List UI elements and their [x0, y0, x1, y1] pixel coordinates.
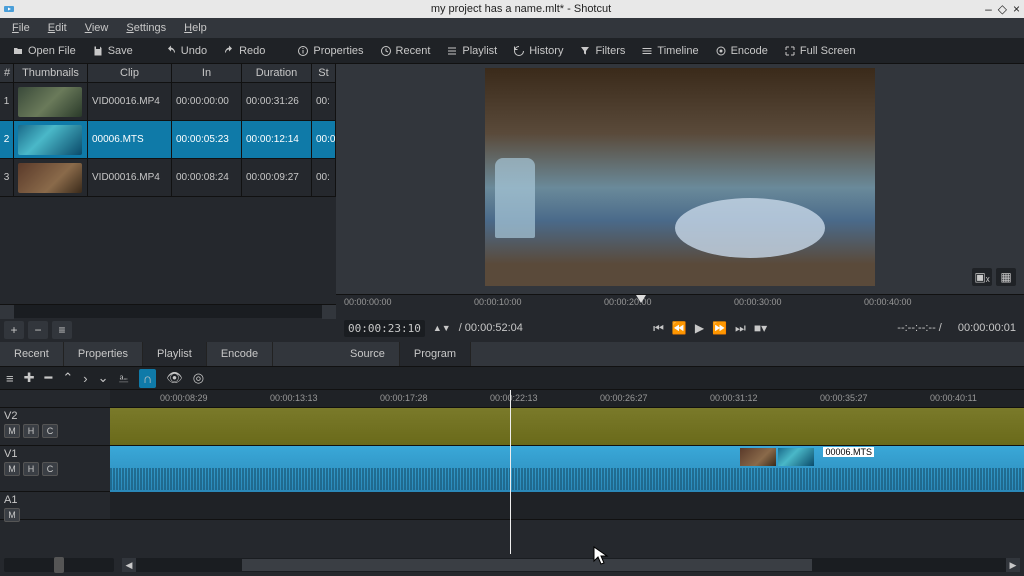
timeline-ruler[interactable]: 00:00:08:29 00:00:13:13 00:00:17:28 00:0… [110, 390, 1024, 408]
window-titlebar: my project has a name.mlt* - Shotcut – ◇… [0, 0, 1024, 18]
compose-chip[interactable]: C [42, 462, 58, 476]
playlist-button[interactable]: Playlist [440, 42, 503, 60]
history-button[interactable]: History [507, 42, 569, 60]
minimize-button[interactable]: – [985, 2, 992, 16]
menubar: File Edit View Settings Help [0, 18, 1024, 38]
tab-encode[interactable]: Encode [207, 342, 273, 366]
skip-prev-button[interactable]: ⏮ [653, 321, 664, 336]
mute-chip[interactable]: M [4, 508, 20, 522]
timeline-insert-button[interactable]: › [83, 371, 87, 386]
out-timecode: 00:00:00:01 [958, 322, 1016, 334]
open-file-button[interactable]: Open File [6, 42, 82, 60]
preview-video[interactable] [485, 68, 875, 286]
mute-chip[interactable]: M [4, 462, 20, 476]
playlist-header: # Thumbnails Clip In Duration St [0, 64, 336, 83]
fullscreen-button[interactable]: Full Screen [778, 42, 862, 60]
menu-view[interactable]: View [77, 20, 117, 36]
timeline-ripple-button[interactable]: ◎ [193, 370, 204, 386]
encode-button[interactable]: Encode [709, 42, 774, 60]
playlist-remove-button[interactable]: − [28, 321, 48, 339]
playlist-panel: # Thumbnails Clip In Duration St 1 VID00… [0, 64, 336, 342]
thumbnail-image [18, 163, 82, 193]
clip-thumb-icon [778, 448, 814, 466]
timeline-clip[interactable]: 00006.MTS [110, 446, 1024, 492]
skip-next-button[interactable]: ⏭ [735, 321, 746, 336]
track-label-v1[interactable]: V1 M H C [0, 446, 110, 492]
waveform-icon [110, 468, 1024, 490]
thumbnail-image [18, 125, 82, 155]
menu-file[interactable]: File [4, 20, 38, 36]
tab-recent[interactable]: Recent [0, 342, 64, 366]
track-v1[interactable]: 00006.MTS [110, 446, 1024, 492]
preview-ruler[interactable]: 00:00:00:00 00:00:10:00 00:00:20:00 00:0… [336, 294, 1024, 314]
scroll-thumb[interactable] [242, 559, 812, 571]
properties-button[interactable]: Properties [291, 42, 369, 60]
window-title: my project has a name.mlt* - Shotcut [18, 3, 1024, 15]
tab-program[interactable]: Program [400, 342, 471, 366]
thumbnail-image [18, 87, 82, 117]
playlist-row[interactable]: 1 VID00016.MP4 00:00:00:00 00:00:31:26 0… [0, 83, 336, 121]
timeline-hscroll[interactable]: ◀ ▶ [122, 558, 1020, 572]
recent-button[interactable]: Recent [374, 42, 437, 60]
mute-chip[interactable]: M [4, 424, 20, 438]
hide-chip[interactable]: H [23, 424, 39, 438]
menu-edit[interactable]: Edit [40, 20, 75, 36]
menu-settings[interactable]: Settings [118, 20, 174, 36]
timeline-toolbar: ≡ ✚ ━ ⌃ › ⌄ ⎁ ∩ 👁 ◎ [0, 366, 1024, 390]
playlist-row[interactable]: 3 VID00016.MP4 00:00:08:24 00:00:09:27 0… [0, 159, 336, 197]
preview-deinterlace-button[interactable]: ▣ₓ [972, 268, 992, 286]
rewind-button[interactable]: ⏪ [672, 321, 687, 336]
tab-properties[interactable]: Properties [64, 342, 143, 366]
timeline-overwrite-button[interactable]: ⌄ [98, 370, 109, 386]
save-button[interactable]: Save [86, 42, 139, 60]
playlist-add-button[interactable]: + [4, 321, 24, 339]
timeline-remove-button[interactable]: ━ [45, 370, 53, 386]
app-icon [0, 0, 18, 18]
timeline-snap-button[interactable]: ∩ [139, 369, 156, 388]
track-v2[interactable] [110, 408, 1024, 446]
menu-help[interactable]: Help [176, 20, 215, 36]
timeline-footer: ◀ ▶ [0, 554, 1024, 576]
track-label-v2[interactable]: V2 M H C [0, 408, 110, 446]
timeline-button[interactable]: Timeline [635, 42, 704, 60]
forward-button[interactable]: ⏩ [712, 321, 727, 336]
preview-playhead-icon[interactable] [636, 295, 646, 303]
tab-playlist[interactable]: Playlist [143, 342, 207, 366]
timeline-panel: V2 M H C V1 M H C A1 M 00:00:08:29 00:00… [0, 390, 1024, 554]
preview-grid-button[interactable]: ▦ [996, 268, 1016, 286]
timeline-lift-button[interactable]: ⌃ [62, 370, 73, 386]
timeline-tracks[interactable]: 00:00:08:29 00:00:13:13 00:00:17:28 00:0… [110, 390, 1024, 554]
hide-chip[interactable]: H [23, 462, 39, 476]
redo-button[interactable]: Redo [217, 42, 271, 60]
total-timecode: / 00:00:52:04 [459, 322, 523, 334]
timeline-playhead[interactable] [510, 390, 511, 554]
in-timecode: --:--:--:-- / [897, 322, 942, 334]
timeline-append-button[interactable]: ✚ [24, 370, 35, 386]
timeline-scrub-button[interactable]: 👁 [166, 370, 183, 386]
clip-label: 00006.MTS [823, 447, 874, 457]
filters-button[interactable]: Filters [573, 42, 631, 60]
timeline-menu-button[interactable]: ≡ [6, 371, 14, 386]
maximize-button[interactable]: ◇ [998, 2, 1007, 16]
zoom-slider[interactable] [4, 558, 114, 572]
scroll-left-button[interactable]: ◀ [122, 558, 136, 572]
compose-chip[interactable]: C [42, 424, 58, 438]
stop-button[interactable]: ■▾ [754, 321, 767, 336]
close-button[interactable]: × [1013, 2, 1020, 16]
undo-button[interactable]: Undo [159, 42, 213, 60]
clip-thumb-icon [740, 448, 776, 466]
playlist-hscroll[interactable] [0, 304, 336, 318]
current-timecode[interactable]: 00:00:23:10 [344, 320, 425, 337]
tab-source[interactable]: Source [336, 342, 400, 366]
main-toolbar: Open File Save Undo Redo Properties Rece… [0, 38, 1024, 64]
playlist-row[interactable]: 2 00006.MTS 00:00:05:23 00:00:12:14 00:0 [0, 121, 336, 159]
scroll-right-button[interactable]: ▶ [1006, 558, 1020, 572]
preview-controls: 00:00:23:10 ▲▼ / 00:00:52:04 ⏮ ⏪ ▶ ⏩ ⏭ ■… [336, 314, 1024, 342]
timeline-split-button[interactable]: ⎁ [118, 370, 128, 386]
preview-panel: ▣ₓ ▦ 00:00:00:00 00:00:10:00 00:00:20:00… [336, 64, 1024, 342]
playlist-menu-button[interactable]: ≡ [52, 321, 72, 339]
track-a1[interactable] [110, 492, 1024, 520]
play-button[interactable]: ▶ [695, 321, 704, 336]
track-label-a1[interactable]: A1 M [0, 492, 110, 520]
